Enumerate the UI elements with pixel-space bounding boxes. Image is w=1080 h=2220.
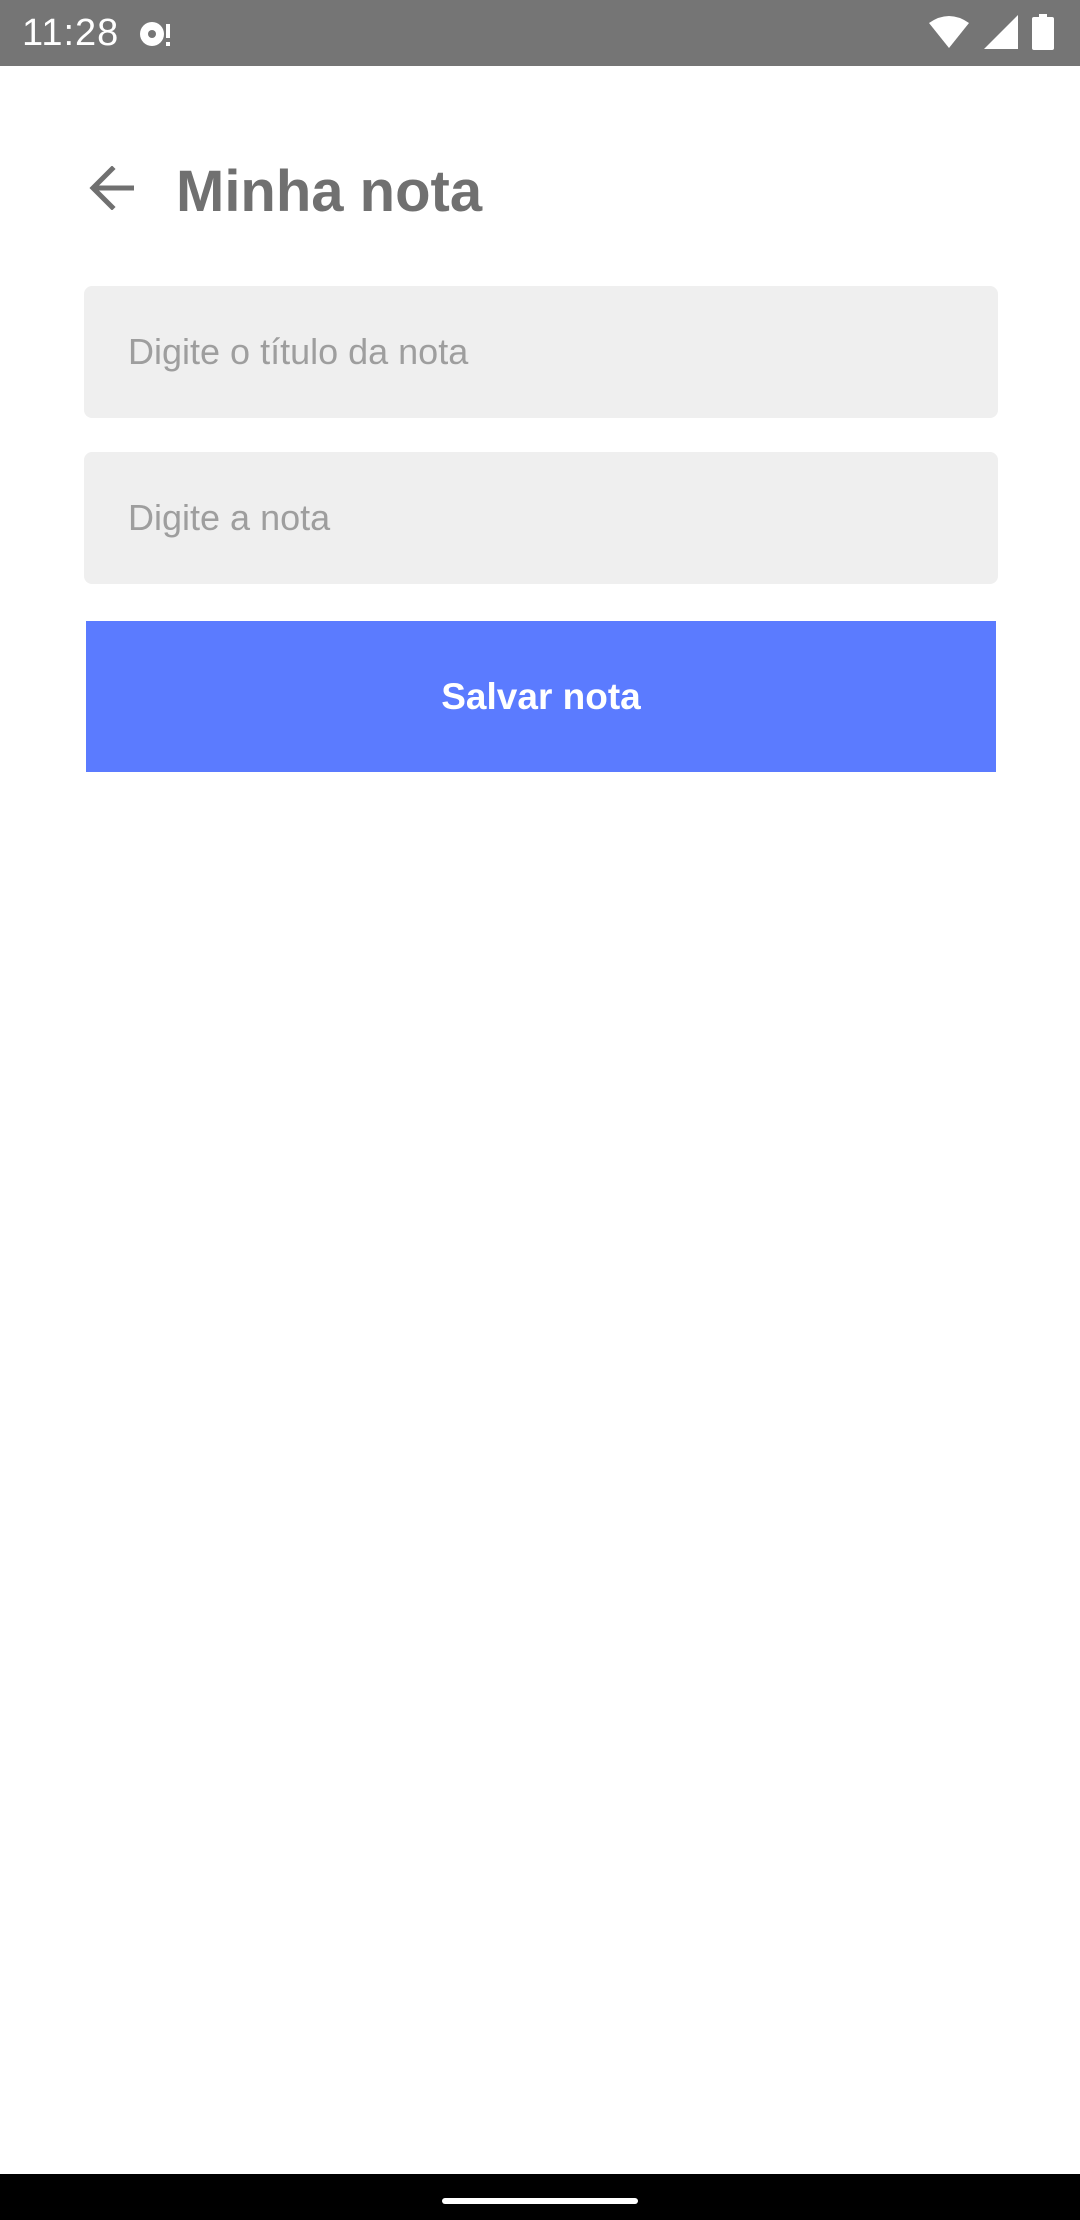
note-body-input[interactable] (84, 452, 998, 584)
page-title: Minha nota (176, 159, 483, 224)
status-bar: 11:28 (0, 0, 1080, 66)
navigation-bar (0, 2174, 1080, 2220)
signal-icon (984, 14, 1018, 54)
wifi-icon (928, 15, 970, 54)
battery-icon (1032, 13, 1054, 55)
arrow-left-icon (88, 164, 136, 215)
media-icon (136, 16, 176, 52)
save-note-button[interactable]: Salvar nota (86, 621, 996, 772)
home-indicator[interactable] (442, 2198, 638, 2204)
note-editor-screen: 11:28 Minha nota Digite o título da nota… (0, 0, 1080, 2220)
note-title-input[interactable] (84, 286, 998, 418)
status-time: 11:28 (22, 12, 120, 54)
back-button[interactable] (80, 158, 144, 222)
status-icons (928, 13, 1054, 55)
